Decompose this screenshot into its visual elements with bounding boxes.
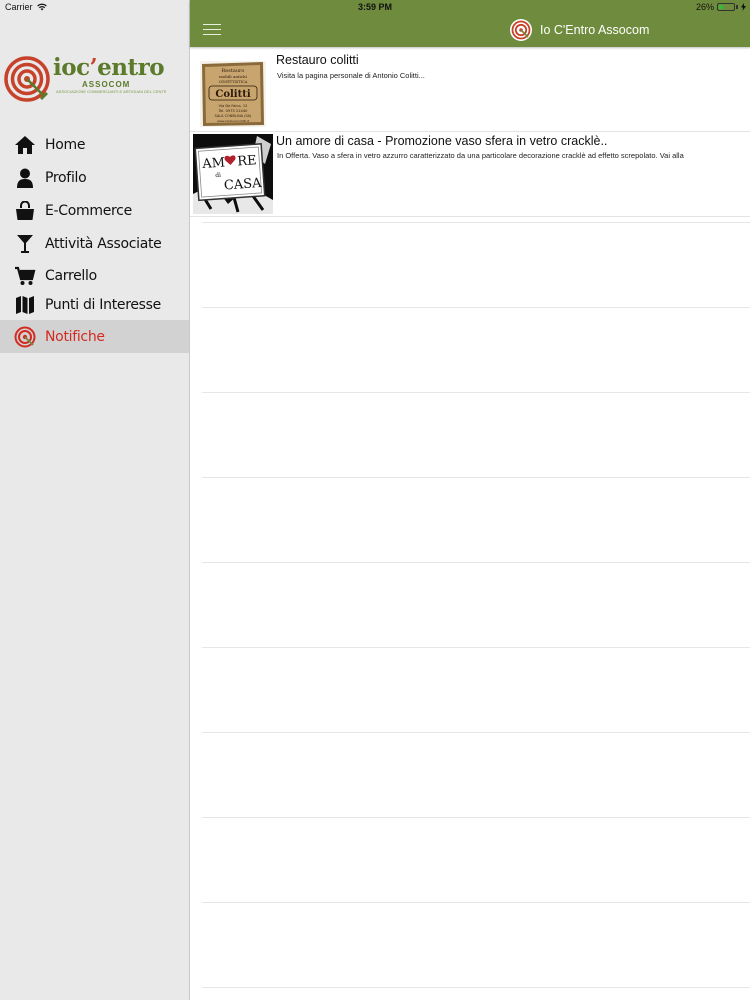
svg-text:Tel. 0975 21440: Tel. 0975 21440 [218, 109, 249, 113]
svg-text:www.restaurocolitti.it: www.restaurocolitti.it [217, 119, 250, 123]
list-separator [202, 817, 750, 818]
notification-thumbnail: Restauro mobili antichi OGGETTISTICA Col… [200, 61, 266, 127]
notification-title: Un amore di casa - Promozione vaso sfera… [276, 134, 608, 148]
notification-item[interactable]: Restauro mobili antichi OGGETTISTICA Col… [190, 47, 750, 132]
charging-icon [741, 3, 746, 11]
list-separator [202, 392, 750, 393]
svg-text:SALA CONSILINA (SA): SALA CONSILINA (SA) [215, 114, 252, 118]
list-separator [202, 477, 750, 478]
battery-icon [717, 3, 735, 11]
cart-icon [14, 265, 36, 287]
svg-text:di: di [215, 172, 221, 179]
sidebar-item-punti-interesse[interactable]: Punti di Interesse [0, 288, 189, 321]
main-content: Io C'Entro Assocom Restauro mobili antic… [190, 0, 750, 1000]
list-separator [202, 902, 750, 903]
notification-thumbnail: AM RE di CASA [193, 134, 273, 214]
brand-logo: ioc’entro ASSOCOM ASSOCIAZIONE COMMERCIA… [4, 52, 184, 107]
sidebar-item-label: Profilo [45, 169, 87, 186]
sidebar-item-notifiche[interactable]: Notifiche [0, 320, 189, 353]
page-title: Io C'Entro Assocom [540, 23, 650, 37]
nav-title-group: Io C'Entro Assocom [510, 19, 649, 41]
sidebar-item-profilo[interactable]: Profilo [0, 161, 189, 194]
target-logo-icon [4, 56, 50, 102]
sidebar-item-label: Carrello [45, 267, 97, 284]
sidebar-item-home[interactable]: Home [0, 128, 189, 161]
sidebar-item-label: E-Commerce [45, 202, 132, 219]
sidebar-item-ecommerce[interactable]: E-Commerce [0, 194, 189, 227]
cocktail-glass-icon [14, 233, 36, 255]
brand-name: ioc’entro [53, 54, 165, 81]
hamburger-icon[interactable] [203, 24, 221, 36]
target-icon [14, 326, 36, 348]
svg-text:CASA: CASA [223, 176, 262, 194]
sidebar: ioc’entro ASSOCOM ASSOCIAZIONE COMMERCIA… [0, 0, 190, 1000]
map-icon [14, 294, 36, 316]
battery-percent: 26% [695, 2, 714, 12]
sidebar-item-label: Punti di Interesse [45, 296, 161, 313]
svg-text:Colitti: Colitti [215, 89, 250, 100]
list-separator [202, 647, 750, 648]
shopping-bag-icon [14, 200, 36, 222]
home-icon [14, 134, 36, 156]
svg-text:AM: AM [201, 155, 226, 172]
app-logo-icon [510, 19, 532, 41]
list-separator [202, 732, 750, 733]
svg-text:Via De Falco, 12: Via De Falco, 12 [219, 104, 248, 108]
notification-description: In Offerta. Vaso a sfera in vetro azzurr… [277, 151, 684, 160]
svg-text:mobili antichi: mobili antichi [219, 74, 248, 79]
notification-description: Visita la pagina personale di Antonio Co… [277, 71, 425, 80]
list-separator [202, 562, 750, 563]
brand-subtitle: ASSOCOM [82, 80, 131, 89]
clock: 3:59 PM [357, 2, 392, 12]
status-bar: Carrier 3:59 PM 26% [0, 0, 750, 16]
svg-text:OGGETTISTICA: OGGETTISTICA [219, 80, 248, 84]
sidebar-item-label: Home [45, 136, 86, 153]
svg-text:RE: RE [237, 153, 257, 169]
notification-title: Restauro colitti [276, 53, 359, 67]
list-separator [202, 222, 750, 223]
battery-indicator: 26% [696, 2, 746, 12]
brand-tagline: ASSOCIAZIONE COMMERCIANTI E ARTIGIANI DE… [56, 89, 166, 94]
sidebar-item-attivita[interactable]: Attività Associate [0, 227, 189, 260]
sidebar-item-label: Attività Associate [45, 235, 162, 252]
list-separator [202, 987, 750, 988]
user-icon [14, 167, 36, 189]
list-separator [202, 307, 750, 308]
notification-item[interactable]: AM RE di CASA Un amore di casa - Promozi… [190, 132, 750, 217]
sidebar-item-label: Notifiche [45, 328, 105, 345]
